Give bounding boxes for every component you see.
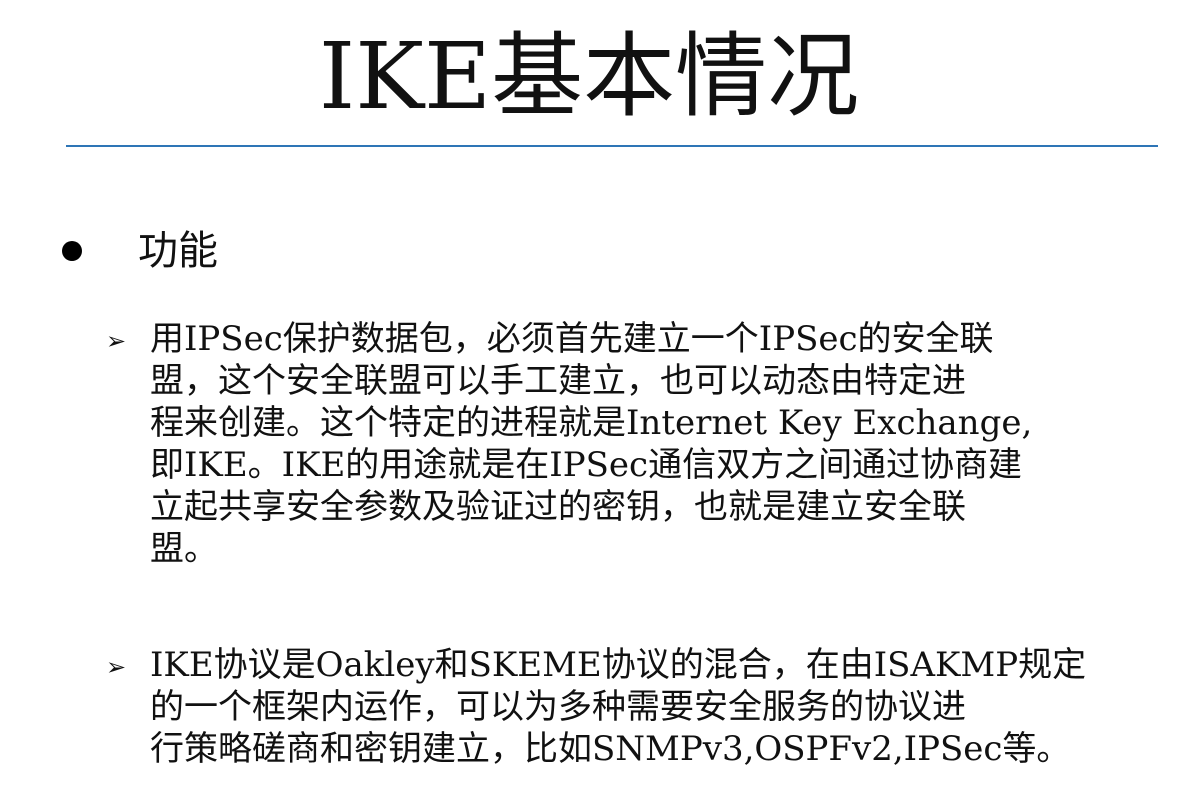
text-line: 盟，这个安全联盟可以手工建立，也可以动态由特定进 [150,361,966,401]
text-line: 的一个框架内运作，可以为多种需要安全服务的协议进 [150,687,966,727]
sub-item-ike-purpose: ➢ 用IPSec保护数据包，必须首先建立一个IPSec的安全联 盟，这个安全联盟… [106,318,1166,570]
text-line: 行策略磋商和密钥建立，比如SNMPv3,OSPFv2,IPSec等。 [150,729,1071,769]
text-line: 用IPSec保护数据包，必须首先建立一个IPSec的安全联 [150,319,994,359]
text-line: IKE协议是Oakley和SKEME协议的混合，在由ISAKMP规定 [150,645,1087,685]
sub-item-text: IKE协议是Oakley和SKEME协议的混合，在由ISAKMP规定 的一个框架… [150,644,1155,770]
slide-title: IKE基本情况 [318,23,860,130]
arrow-bullet-icon: ➢ [106,327,127,355]
title-divider [66,145,1158,147]
text-line: 立起共享安全参数及验证过的密钥，也就是建立安全联 [150,487,966,527]
arrow-bullet-icon: ➢ [106,653,127,681]
sub-item-ike-protocol: ➢ IKE协议是Oakley和SKEME协议的混合，在由ISAKMP规定 的一个… [106,644,1166,770]
bullet-label: 功能 [138,228,218,274]
bullet-item-function: 功能 [62,226,218,276]
bullet-dot-icon [62,241,82,261]
text-line: 程来创建。这个特定的进程就是Internet Key Exchange, [150,403,1033,443]
text-line: 即IKE。IKE的用途就是在IPSec通信双方之间通过协商建 [150,445,1023,485]
sub-item-text: 用IPSec保护数据包，必须首先建立一个IPSec的安全联 盟，这个安全联盟可以… [150,318,1155,570]
text-line: 盟。 [150,529,218,569]
